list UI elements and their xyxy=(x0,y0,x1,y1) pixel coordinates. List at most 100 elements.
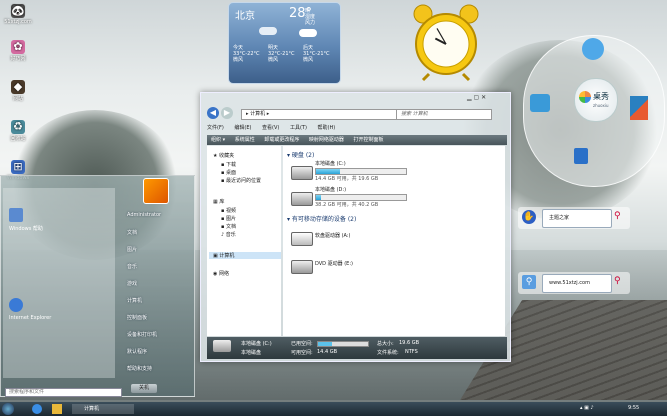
command-bar: 组织 ▾ 系统属性 卸载或更改程序 映射网络驱动器 打开控制面板 xyxy=(207,135,507,145)
flower-icon: ✿ xyxy=(11,40,25,54)
explorer-window: ▁ ▢ ✕ ◀ ▶ ▸ 计算机 ▸ 搜索 计算机 文件(F) 编辑(E) 查看(… xyxy=(200,92,511,362)
nav-desktop[interactable]: ▪ 桌面 xyxy=(221,169,236,176)
nav-recent[interactable]: ▪ 最近访问的位置 xyxy=(221,177,261,184)
user-avatar[interactable] xyxy=(143,178,169,204)
start-menu-programs: Windows 帮助 Internet Explorer xyxy=(3,188,115,378)
nav-pictures[interactable]: ▪ 图片 xyxy=(221,215,236,222)
menu-help[interactable]: 帮助(H) xyxy=(318,125,336,131)
start-menu-link[interactable]: Administrator xyxy=(127,212,161,218)
weather-widget[interactable]: 北京 28° 晴 湿度 风力 今天 33°C-22°C 微风 明天 32°C-21°C… xyxy=(228,2,341,84)
back-button[interactable]: ◀ xyxy=(207,107,219,119)
nav-documents[interactable]: ▪ 文档 xyxy=(221,223,236,230)
window-controls[interactable]: ▁ ▢ ✕ xyxy=(467,94,486,101)
shutdown-button[interactable]: 关机 xyxy=(131,384,157,393)
organize-button[interactable]: 组织 ▾ xyxy=(211,137,225,143)
start-menu-link[interactable]: 文档 xyxy=(127,229,137,236)
menu-bar: 文件(F) 编辑(E) 查看(V) 工具(T) 帮助(H) xyxy=(207,124,507,133)
nav-libraries[interactable]: ▦ 库 xyxy=(213,198,224,205)
drive-name: 软盘驱动器 (A:) xyxy=(315,233,351,239)
start-menu-link[interactable]: 计算机 xyxy=(127,297,142,304)
search-input-url[interactable]: www.51xtzj.com xyxy=(542,274,612,293)
weather-city: 北京 xyxy=(235,11,255,22)
group-header-hdd[interactable]: ▾ 硬盘 (2) xyxy=(287,150,314,159)
hard-drive-icon xyxy=(291,166,313,180)
alarm-clock-widget[interactable] xyxy=(409,2,483,82)
internet-explorer-icon[interactable] xyxy=(32,404,42,414)
tv-mascot-icon[interactable] xyxy=(530,94,550,112)
desktop-icon[interactable]: ♻ 回收站 xyxy=(3,120,33,142)
floppy-drive-icon xyxy=(291,232,313,246)
search-icon[interactable]: ⚲ xyxy=(614,211,621,221)
navigation-pane: ★ 收藏夹 ▪ 下载 ▪ 桌面 ▪ 最近访问的位置 ▦ 库 ▪ 视频 ▪ 图片 … xyxy=(207,146,281,336)
details-fs: NTFS xyxy=(405,349,418,355)
desktop-icon[interactable]: ◆ 网站 xyxy=(3,80,33,102)
drive-item[interactable]: 本地磁盘 (C:) 14.4 GB 可用，共 19.6 GB xyxy=(291,160,407,188)
drive-size: 14.4 GB 可用，共 19.6 GB xyxy=(315,176,379,182)
drive-name: DVD 驱动器 (E:) xyxy=(315,261,353,267)
drive-name: 本地磁盘 (C:) xyxy=(315,161,346,167)
pinned-program[interactable]: Internet Explorer xyxy=(9,315,51,321)
menu-view[interactable]: 查看(V) xyxy=(262,125,279,131)
details-total-label: 总大小: xyxy=(377,341,394,347)
zhuoxiu-dock-widget[interactable]: 桌秀 zhuoxiu xyxy=(523,35,665,187)
paw-icon: ✋ xyxy=(522,210,536,224)
start-menu-link[interactable]: 设备和打印机 xyxy=(127,331,157,338)
forecast-today: 今天 33°C-22°C 微风 xyxy=(233,45,260,63)
system-tray[interactable]: ▴ ▣ ♪ xyxy=(580,405,594,411)
search-input[interactable]: 搜索 计算机 xyxy=(396,109,492,120)
uninstall-button[interactable]: 卸载或更改程序 xyxy=(264,137,299,143)
control-panel-button[interactable]: 打开控制面板 xyxy=(354,137,384,143)
nav-videos[interactable]: ▪ 视频 xyxy=(221,207,236,214)
taskbar-computer[interactable]: 计算机 xyxy=(72,404,134,414)
search-widget-1: ✋ 主题之家 ⚲ xyxy=(518,207,630,229)
drive-item-dvd[interactable]: DVD 驱动器 (E:) xyxy=(291,254,401,282)
menu-tools[interactable]: 工具(T) xyxy=(290,125,307,131)
qq-mascot-icon[interactable] xyxy=(582,38,604,60)
nav-network[interactable]: ◉ 网络 xyxy=(213,270,229,277)
details-usage-bar xyxy=(317,341,369,347)
clock-time[interactable]: 9:55 xyxy=(628,405,639,411)
nav-computer[interactable]: ▣ 计算机 xyxy=(209,252,281,259)
nav-downloads[interactable]: ▪ 下载 xyxy=(221,161,236,168)
magnifier-user-icon: ⚲ xyxy=(522,275,536,289)
desktop-icon-label: 51xtzj.com xyxy=(4,19,32,25)
start-menu-link[interactable]: 音乐 xyxy=(127,263,137,270)
dvd-drive-icon xyxy=(291,260,313,274)
internet-explorer-icon[interactable] xyxy=(9,298,23,312)
help-icon[interactable] xyxy=(9,208,23,222)
start-search-input[interactable]: 搜索程序和文件 xyxy=(5,388,122,397)
nav-favorites[interactable]: ★ 收藏夹 xyxy=(213,152,234,159)
menu-edit[interactable]: 编辑(E) xyxy=(234,125,251,131)
drive-item[interactable]: 本地磁盘 (D:) 38.2 GB 可用，共 40.2 GB xyxy=(291,186,407,214)
start-menu-link[interactable]: 控制面板 xyxy=(127,314,147,321)
app-launcher-icon[interactable] xyxy=(574,148,588,164)
pinned-program[interactable]: Windows 帮助 xyxy=(9,225,43,232)
start-button[interactable] xyxy=(2,403,14,415)
group-header-removable[interactable]: ▾ 有可移动存储的设备 (2) xyxy=(287,214,356,223)
folder-icon[interactable] xyxy=(52,404,62,414)
flag-icon[interactable] xyxy=(630,96,648,120)
desktop-icon-label: 回收站 xyxy=(10,136,26,142)
search-input-theme[interactable]: 主题之家 xyxy=(542,209,612,228)
details-used-label: 已用空间: xyxy=(291,341,313,347)
address-bar[interactable]: ▸ 计算机 ▸ xyxy=(241,109,397,120)
start-menu-link[interactable]: 帮助和支持 xyxy=(127,365,152,372)
cloud-icon xyxy=(259,27,277,35)
map-drive-button[interactable]: 映射网络驱动器 xyxy=(309,137,344,143)
zhuoxiu-logo[interactable]: 桌秀 zhuoxiu xyxy=(574,78,618,122)
start-menu-link[interactable]: 游戏 xyxy=(127,280,137,287)
forward-button[interactable]: ▶ xyxy=(221,107,233,119)
details-pane: 本地磁盘 (C:) 本地磁盘 已用空间: 可用空间: 14.4 GB 总大小: … xyxy=(207,337,507,359)
desktop-icon[interactable]: 🐼 51xtzj.com xyxy=(3,4,33,25)
search-icon[interactable]: ⚲ xyxy=(614,276,621,286)
menu-file[interactable]: 文件(F) xyxy=(207,125,224,131)
desktop-icon[interactable]: ✿ 好巧网 xyxy=(3,40,33,62)
brand-name: 桌秀 xyxy=(593,92,609,101)
start-menu-link[interactable]: 图片 xyxy=(127,246,137,253)
start-menu-link[interactable]: 默认程序 xyxy=(127,348,147,355)
panda-icon: 🐼 xyxy=(11,4,25,18)
drive-item-floppy[interactable]: 软盘驱动器 (A:) xyxy=(291,226,401,254)
nav-music[interactable]: ♪ 音乐 xyxy=(221,231,236,238)
brand-swirl-icon xyxy=(579,91,591,103)
system-properties-button[interactable]: 系统属性 xyxy=(235,137,255,143)
